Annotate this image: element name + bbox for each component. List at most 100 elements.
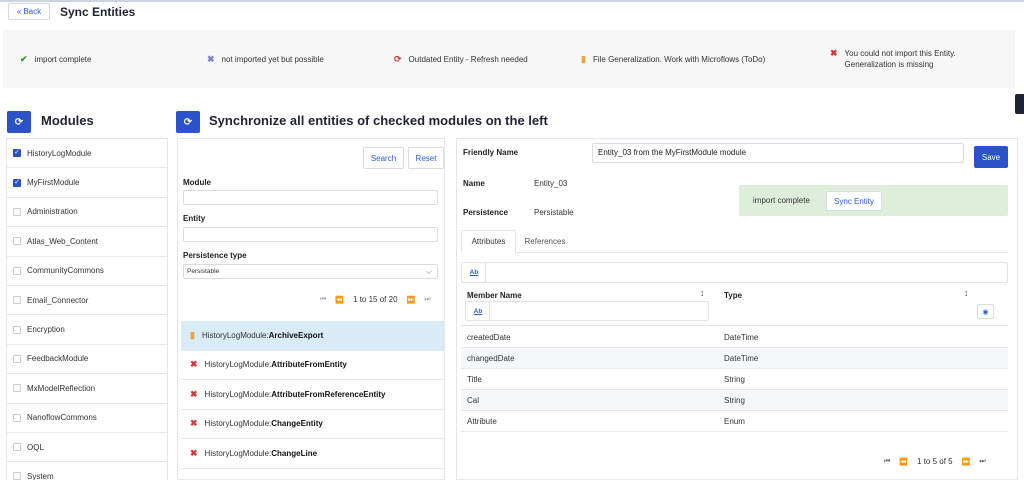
module-item[interactable]: Email_Connector [6, 285, 168, 316]
entity-module-prefix: HistoryLogModule: [204, 448, 272, 458]
persistence-filter-label: Persistence type [183, 251, 247, 260]
entity-row[interactable]: ▮ HistoryLogModule:ArchiveExport [181, 321, 444, 351]
name-label: Name [463, 179, 485, 188]
checkbox[interactable] [13, 237, 21, 246]
entity-row-label: HistoryLogModule:AttributeFromReferenceE… [205, 390, 386, 399]
module-item[interactable]: Atlas_Web_Content [6, 227, 168, 257]
next-page-icon[interactable]: ⏩ [407, 296, 416, 304]
tab-attributes[interactable]: Attributes [461, 230, 516, 253]
table-row[interactable]: createdDate DateTime [461, 327, 1008, 348]
type-cell: Enum [724, 417, 745, 426]
checkbox[interactable] [13, 266, 21, 275]
table-row[interactable]: Attribute Enum [461, 411, 1008, 432]
module-item[interactable]: System [6, 462, 168, 480]
sync-all-button[interactable]: ⟳ [176, 111, 200, 133]
back-button[interactable]: « Back [8, 3, 50, 20]
x-icon: ✖ [190, 418, 198, 429]
file-icon: ▮ [190, 329, 195, 340]
first-page-icon[interactable]: ⏮ [884, 458, 890, 466]
module-item[interactable]: ✓ MyFirstModule [6, 168, 168, 198]
module-label: System [27, 471, 54, 480]
checkbox[interactable] [13, 296, 21, 305]
module-item[interactable]: MxModelReflection [6, 374, 168, 404]
entity-pager: ⏮ ⏪ 1 to 15 of 20 ⏩ ⏭ [320, 295, 431, 304]
module-item[interactable]: NanoflowCommons [6, 403, 168, 433]
text-search-toggle[interactable]: Ab [465, 263, 483, 281]
modules-title: Modules [41, 113, 94, 128]
module-item[interactable]: CommunityCommons [6, 256, 168, 286]
first-page-icon[interactable]: ⏮ [320, 296, 326, 304]
module-label: NanoflowCommons [27, 413, 97, 423]
legend-text-line2: Generalization is missing [844, 60, 934, 69]
checkbox[interactable] [13, 472, 21, 480]
table-row[interactable]: Cal String [461, 390, 1008, 411]
sort-icon[interactable]: ↕ [700, 288, 705, 298]
module-item[interactable]: Administration [6, 197, 168, 228]
legend-text: not imported yet but possible [221, 55, 324, 64]
checkbox[interactable] [13, 384, 21, 393]
checkbox[interactable] [13, 443, 21, 452]
sort-icon[interactable]: ↕ [964, 288, 969, 298]
persistence-select[interactable]: Persistable ⌵ [183, 264, 438, 279]
friendly-name-input[interactable]: Entity_03 from the MyFirstModule module [592, 143, 964, 163]
legend-item-file-generalization: ▮ File Generalization. Work with Microfl… [581, 54, 765, 65]
pager-text: 1 to 15 of 20 [353, 295, 398, 304]
eye-icon[interactable]: ◉ [977, 304, 994, 319]
checkbox[interactable]: ✓ [13, 178, 21, 187]
module-label: HistoryLogModule [27, 148, 92, 158]
last-page-icon[interactable]: ⏭ [424, 296, 430, 304]
member-filter-input[interactable] [465, 301, 709, 321]
module-filter-input[interactable] [183, 190, 438, 205]
side-panel-handle[interactable] [1015, 94, 1024, 114]
module-label: MxModelReflection [27, 383, 96, 393]
legend-text: File Generalization. Work with Microflow… [592, 55, 766, 64]
refresh-icon: ⟳ [183, 116, 193, 128]
type-cell: DateTime [724, 333, 759, 342]
last-page-icon[interactable]: ⏭ [979, 458, 985, 466]
entity-row-label: HistoryLogModule:ChangeLine [205, 449, 317, 458]
x-icon: ✖ [830, 48, 838, 58]
column-type[interactable]: Type [724, 291, 742, 300]
module-item[interactable]: FeedbackModule [6, 344, 168, 375]
module-item[interactable]: Encryption [6, 315, 168, 345]
type-cell: String [724, 396, 745, 405]
table-row[interactable]: changedDate DateTime [461, 348, 1008, 369]
entity-filter-input[interactable] [183, 227, 438, 242]
entity-module-prefix: HistoryLogModule: [201, 330, 269, 340]
member-cell: Title [467, 375, 482, 384]
checkbox[interactable] [13, 325, 21, 334]
entity-row-label: HistoryLogModule:AttributeFromEntity [205, 360, 347, 369]
module-label: Encryption [27, 325, 65, 335]
previous-page-icon[interactable]: ⏪ [899, 458, 908, 466]
sync-entity-button[interactable]: Sync Entity [826, 191, 882, 211]
entity-row[interactable]: ✖ HistoryLogModule:AttributeFromReferenc… [181, 380, 444, 410]
previous-page-icon[interactable]: ⏪ [335, 296, 344, 304]
entity-row[interactable]: ✖ HistoryLogModule:ChangeLine [181, 439, 444, 469]
save-button[interactable]: Save [974, 146, 1008, 168]
checkbox[interactable]: ✓ [13, 149, 21, 158]
type-cell: String [724, 375, 745, 384]
search-divider [485, 263, 486, 282]
checkbox[interactable] [13, 413, 21, 422]
refresh-modules-button[interactable]: ⟳ [7, 111, 31, 133]
chevron-down-icon: ⌵ [425, 267, 432, 276]
member-filter-toggle[interactable]: Ab [469, 302, 487, 320]
entity-row[interactable]: ✖ HistoryLogModule:ChangeEntity [181, 410, 444, 439]
module-label: Administration [27, 207, 78, 217]
module-item[interactable]: OQL [6, 432, 168, 463]
next-page-icon[interactable]: ⏩ [962, 458, 971, 466]
module-label: MyFirstModule [27, 178, 80, 188]
entity-name: AttributeFromEntity [271, 360, 347, 370]
search-button[interactable]: Search [363, 147, 404, 169]
entity-filter-label: Entity [183, 214, 206, 223]
reset-button[interactable]: Reset [408, 147, 444, 169]
table-row[interactable]: Title String [461, 369, 1008, 390]
checkbox[interactable] [13, 354, 21, 363]
tab-references[interactable]: References [518, 230, 572, 253]
checkbox[interactable] [13, 207, 21, 216]
module-item[interactable]: ✓ HistoryLogModule [6, 139, 168, 169]
entity-row[interactable]: ✖ HistoryLogModule:AttributeFromEntity [181, 351, 444, 380]
file-icon: ▮ [581, 54, 586, 64]
column-member-name[interactable]: Member Name [467, 291, 522, 300]
top-border [0, 0, 1024, 2]
